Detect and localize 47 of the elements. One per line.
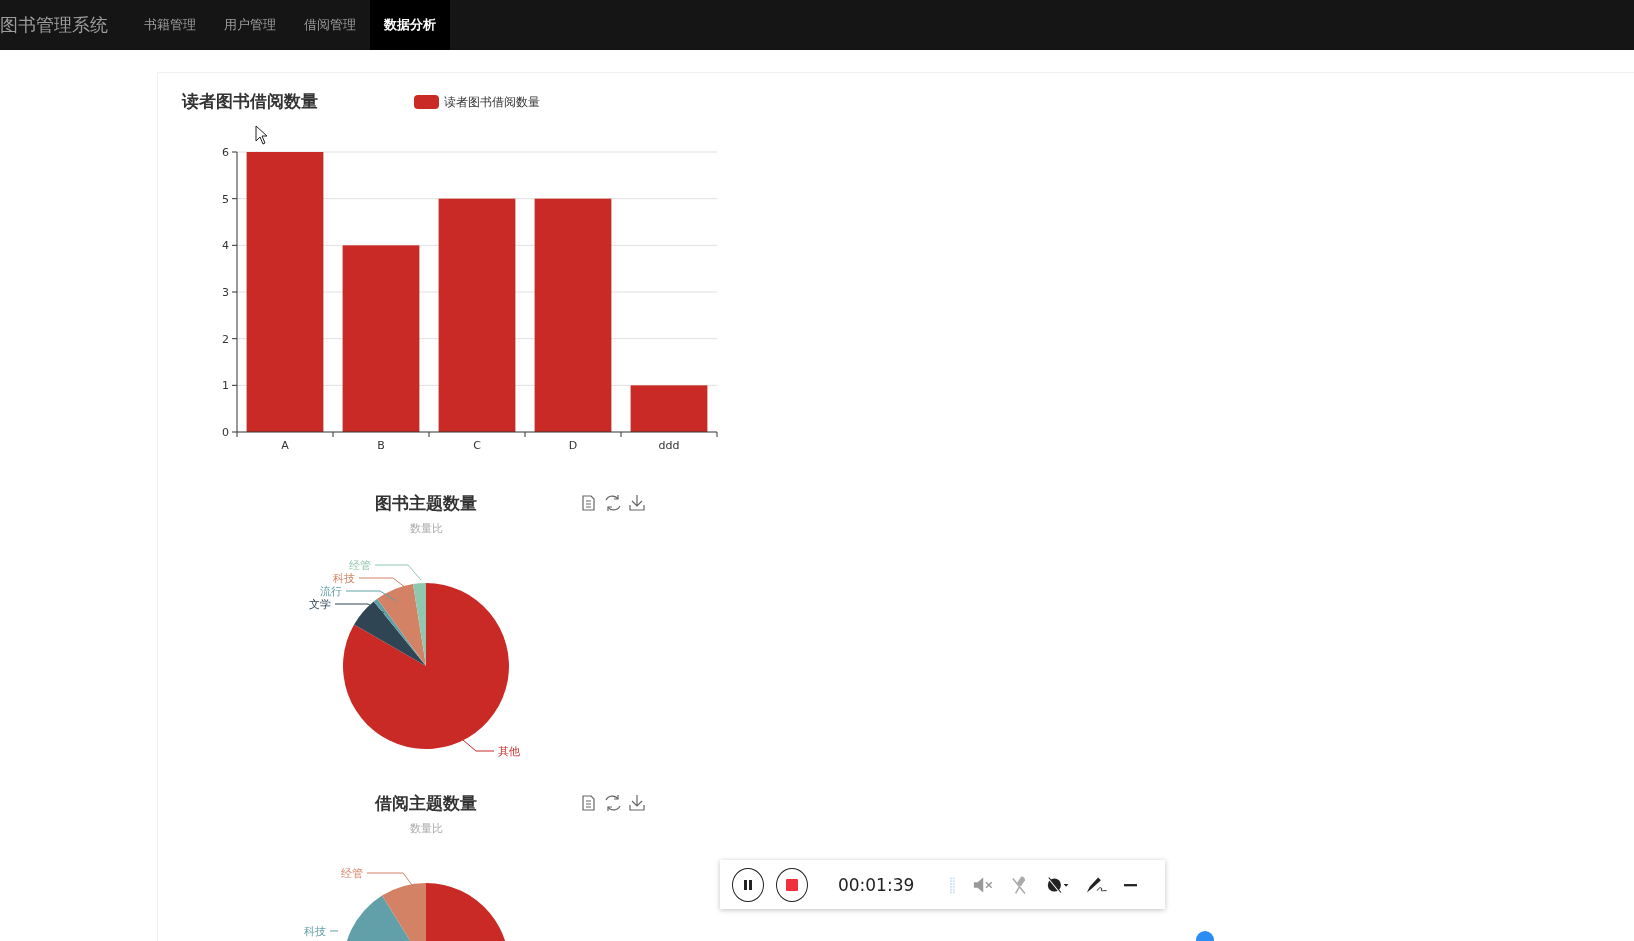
slice-label: 经管 xyxy=(341,867,363,880)
slice-label: 流行 xyxy=(320,585,342,598)
axis-label: 0 xyxy=(222,426,229,439)
nav-tab[interactable]: 书籍管理 xyxy=(130,0,210,50)
leader-line xyxy=(334,603,385,614)
axis-label: 6 xyxy=(222,146,229,159)
data-view-icon[interactable] xyxy=(582,495,595,511)
legend-label: 读者图书借阅数量 xyxy=(444,95,540,109)
slice-label: 科技 xyxy=(304,925,326,938)
refresh-icon[interactable] xyxy=(605,494,621,512)
axis-label: 5 xyxy=(222,192,229,206)
app-title[interactable]: 图书管理系统 xyxy=(0,0,130,50)
chart-title: 读者图书借阅数量 xyxy=(182,91,318,111)
axis-label: ddd xyxy=(658,439,680,452)
chart-subtitle: 数量比 xyxy=(409,522,443,535)
slice-label: 经管 xyxy=(349,559,371,572)
stop-icon xyxy=(784,877,799,892)
pause-button[interactable] xyxy=(732,867,764,902)
axis-label: 4 xyxy=(222,239,229,253)
axis-label: A xyxy=(281,439,289,452)
leader-line xyxy=(345,590,397,602)
nav-tab[interactable]: 借阅管理 xyxy=(290,0,370,50)
stop-button[interactable] xyxy=(775,867,808,902)
refresh-icon[interactable] xyxy=(605,794,621,812)
download-icon[interactable] xyxy=(629,794,645,811)
slice-label: 科技 xyxy=(333,572,355,585)
slice-label: 文学 xyxy=(309,598,331,611)
leader-line xyxy=(374,564,422,581)
axis-label: B xyxy=(377,439,385,452)
leader-line xyxy=(358,577,407,589)
axis-label: 2 xyxy=(222,332,229,346)
chart-subtitle: 数量比 xyxy=(409,822,443,835)
leader-line xyxy=(329,930,339,932)
chart-title: 借阅主题数量 xyxy=(375,793,477,813)
recording-time: 00:01:39 xyxy=(837,874,915,895)
chart-title: 图书主题数量 xyxy=(375,493,477,513)
pause-icon xyxy=(741,878,754,891)
cursor-icon xyxy=(255,125,269,145)
axis-label: 3 xyxy=(222,286,229,299)
axis-label: C xyxy=(473,439,481,452)
nav-tab[interactable]: 用户管理 xyxy=(210,0,290,50)
axis-label: 1 xyxy=(222,379,229,393)
nav-tab[interactable]: 数据分析 xyxy=(370,0,450,50)
slice-label: 其他 xyxy=(498,745,520,758)
download-icon[interactable] xyxy=(629,494,645,511)
axis-label: D xyxy=(568,439,578,452)
data-view-icon[interactable] xyxy=(582,795,595,811)
